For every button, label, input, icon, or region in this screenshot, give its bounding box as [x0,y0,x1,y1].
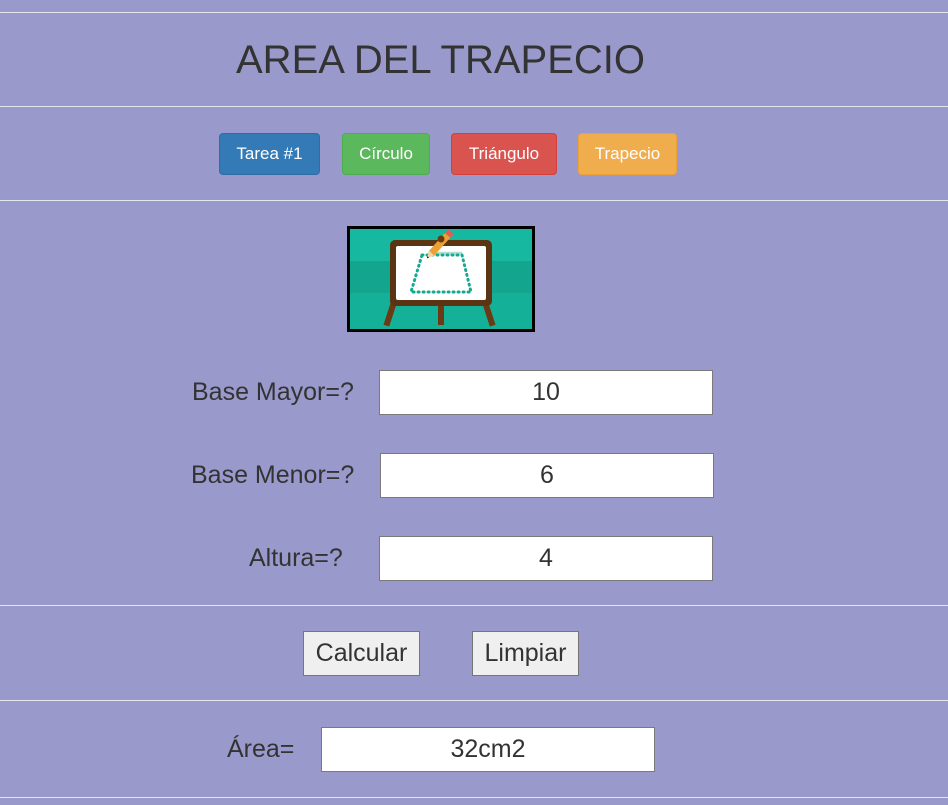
area-result-field[interactable] [321,727,655,772]
trapecio-button[interactable]: Trapecio [578,133,677,175]
trapezoid-easel-image [347,226,535,332]
triangulo-button[interactable]: Triángulo [451,133,557,175]
altura-label: Altura=? [249,544,343,572]
divider [0,12,948,13]
calcular-button[interactable]: Calcular [303,631,420,676]
divider [0,605,948,606]
tarea-1-button[interactable]: Tarea #1 [219,133,320,175]
area-label: Área= [227,735,295,763]
base-menor-label: Base Menor=? [191,461,355,489]
base-menor-input[interactable] [380,453,714,498]
base-mayor-input[interactable] [379,370,713,415]
limpiar-button[interactable]: Limpiar [472,631,579,676]
easel-trapezoid-icon [350,229,532,329]
divider [0,200,948,201]
divider [0,797,948,798]
altura-input[interactable] [379,536,713,581]
divider [0,700,948,701]
circulo-button[interactable]: Círculo [342,133,430,175]
page-title: AREA DEL TRAPECIO [236,38,646,82]
divider [0,106,948,107]
base-mayor-label: Base Mayor=? [192,378,354,406]
